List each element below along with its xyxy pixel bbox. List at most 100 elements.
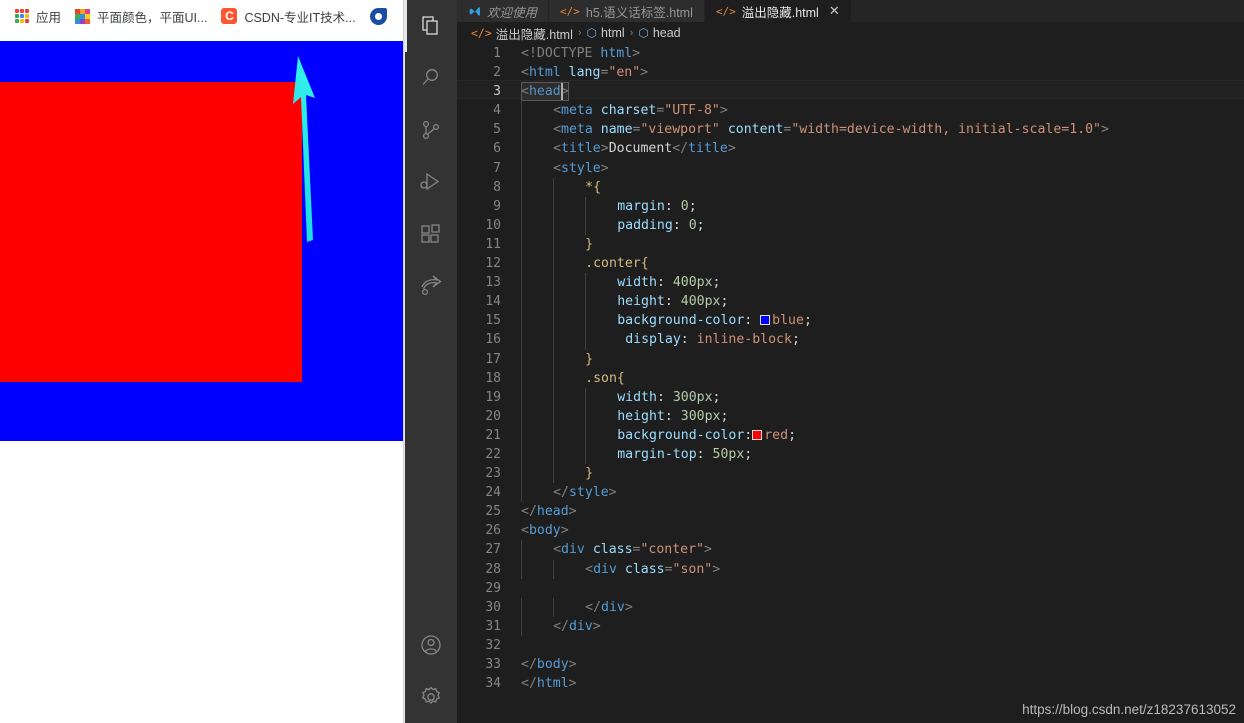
- bookmark-csdn[interactable]: C CSDN-专业IT技术...: [214, 3, 362, 29]
- code-line[interactable]: 29: [457, 579, 1244, 598]
- code-line[interactable]: 16 display: inline-block;: [457, 330, 1244, 350]
- palette-favicon: [75, 8, 91, 24]
- breadcrumb-item-file[interactable]: </> 溢出隐藏.html: [471, 24, 573, 43]
- code-line[interactable]: 12 .conter{: [457, 254, 1244, 274]
- code-line[interactable]: 2 <html lang="en">: [457, 63, 1244, 82]
- bookmark-apps[interactable]: 应用: [0, 3, 68, 29]
- code-line[interactable]: 13 width: 400px;: [457, 273, 1244, 293]
- code-token: 50px: [712, 446, 745, 462]
- code-line[interactable]: 26 <body>: [457, 521, 1244, 540]
- code-line[interactable]: 31 </div>: [457, 616, 1244, 636]
- code-line[interactable]: 23}: [457, 464, 1244, 484]
- code-line[interactable]: 24 </style>: [457, 483, 1244, 503]
- code-token: :: [672, 217, 689, 233]
- code-line[interactable]: 25 </head>: [457, 502, 1244, 521]
- line-number: 29: [485, 580, 501, 596]
- code-editor[interactable]: 1 <!DOCTYPE html> 2 <html lang="en"> 3 <head>…: [457, 44, 1244, 723]
- code-line[interactable]: 14 height: 400px;: [457, 292, 1244, 312]
- code-text: </body>: [521, 655, 577, 674]
- code-token: }: [585, 466, 594, 482]
- tab-overflow-hidden[interactable]: </> 溢出隐藏.html ✕: [704, 0, 852, 22]
- breadcrumb-item-head[interactable]: ⬡ head: [638, 26, 680, 40]
- code-line[interactable]: 32: [457, 636, 1244, 655]
- code-line[interactable]: 6 <title>Document</title>: [457, 139, 1244, 159]
- tab-welcome[interactable]: 欢迎使用: [457, 0, 550, 22]
- indent-guide: [521, 406, 522, 426]
- code-token: ;: [712, 275, 721, 291]
- settings-button[interactable]: [405, 671, 457, 723]
- code-line[interactable]: 20 height: 300px;: [457, 406, 1244, 426]
- line-number: 17: [485, 351, 501, 367]
- line-number: 1: [493, 46, 501, 61]
- code-line[interactable]: 7 <style>: [457, 158, 1244, 178]
- html-tag-icon: </>: [560, 4, 580, 18]
- code-line[interactable]: 9 margin: 0;: [457, 196, 1244, 216]
- bookmark-blue[interactable]: [363, 3, 394, 29]
- sidebar-item-explorer[interactable]: [405, 0, 457, 52]
- code-text: margin-top: 50px;: [521, 445, 752, 464]
- code-token: background-color: [617, 313, 745, 329]
- code-line[interactable]: 5 <meta name="viewport" content="width=de…: [457, 120, 1244, 140]
- code-line[interactable]: 21 background-color: red;: [457, 425, 1244, 445]
- indent-guide: [553, 273, 555, 293]
- code-token: </: [521, 657, 537, 672]
- code-line[interactable]: 18 .son{: [457, 368, 1244, 388]
- sidebar-item-search[interactable]: [405, 52, 457, 104]
- code-token: html: [536, 676, 569, 692]
- code-line[interactable]: 27 <div class="conter">: [457, 540, 1244, 560]
- code-line[interactable]: 1 <!DOCTYPE html>: [457, 44, 1244, 63]
- search-icon: [422, 69, 438, 85]
- bookmark-csdn-label: CSDN-专业IT技术...: [244, 10, 356, 25]
- code-line[interactable]: 30 </div>: [457, 597, 1244, 617]
- code-line[interactable]: 34 </html>: [457, 674, 1244, 693]
- rendered-page-viewport: [0, 32, 405, 723]
- sidebar-item-live-share[interactable]: [405, 260, 457, 312]
- code-line[interactable]: 4 <meta charset="UTF-8">: [457, 101, 1244, 121]
- code-token: ;: [744, 446, 753, 462]
- code-token: .son: [585, 370, 617, 386]
- code-token: </: [585, 599, 602, 615]
- code-text: <!DOCTYPE html>: [521, 44, 640, 63]
- indent-guide: [585, 444, 587, 465]
- indent-guide: [521, 215, 522, 235]
- breadcrumb-item-html[interactable]: ⬡ html: [587, 26, 625, 40]
- code-line[interactable]: 17}: [457, 349, 1244, 369]
- code-token: Document: [608, 141, 673, 157]
- code-text: </div>: [521, 598, 633, 617]
- code-text: </div>: [521, 617, 601, 636]
- bookmark-palette[interactable]: 平面颜色，平面UI...: [68, 3, 214, 29]
- account-button[interactable]: [405, 619, 457, 671]
- code-token: html: [528, 65, 561, 81]
- sidebar-item-extensions[interactable]: [405, 208, 457, 260]
- line-number: 19: [485, 389, 501, 405]
- code-line[interactable]: 8 *{: [457, 177, 1244, 197]
- breadcrumb-head-label: head: [652, 26, 681, 40]
- code-token: :: [664, 294, 681, 310]
- sidebar-item-run-debug[interactable]: [405, 156, 457, 208]
- code-line[interactable]: 3 <head>: [457, 82, 1244, 102]
- sidebar-item-source-control[interactable]: [405, 104, 457, 156]
- code-token: :: [656, 389, 673, 405]
- code-line[interactable]: 19 width: 300px;: [457, 387, 1244, 407]
- code-line[interactable]: 15 background-color: blue;: [457, 311, 1244, 331]
- code-line[interactable]: 22 margin-top: 50px;: [457, 444, 1244, 465]
- code-line[interactable]: 33 </body>: [457, 655, 1244, 674]
- code-token: >: [624, 599, 633, 615]
- code-line[interactable]: 28 <div class="son">: [457, 559, 1244, 579]
- account-icon: [421, 635, 441, 655]
- code-token: width: [617, 275, 657, 291]
- line-number: 6: [493, 141, 501, 157]
- code-token: <: [585, 561, 594, 577]
- code-line[interactable]: 10 padding: 0;: [457, 215, 1244, 235]
- indent-guide: [521, 311, 522, 331]
- code-token: >: [704, 542, 712, 558]
- indent-guide: [521, 120, 522, 140]
- code-line[interactable]: 11}: [457, 234, 1244, 255]
- line-number: 32: [485, 637, 501, 653]
- bookmark-palette-label: 平面颜色，平面UI...: [97, 10, 208, 25]
- close-icon[interactable]: ✕: [829, 3, 840, 19]
- indent-guide: [553, 387, 555, 407]
- tab-h5-semantic[interactable]: </> h5.语义话标签.html: [549, 0, 705, 22]
- code-token: >: [632, 46, 641, 61]
